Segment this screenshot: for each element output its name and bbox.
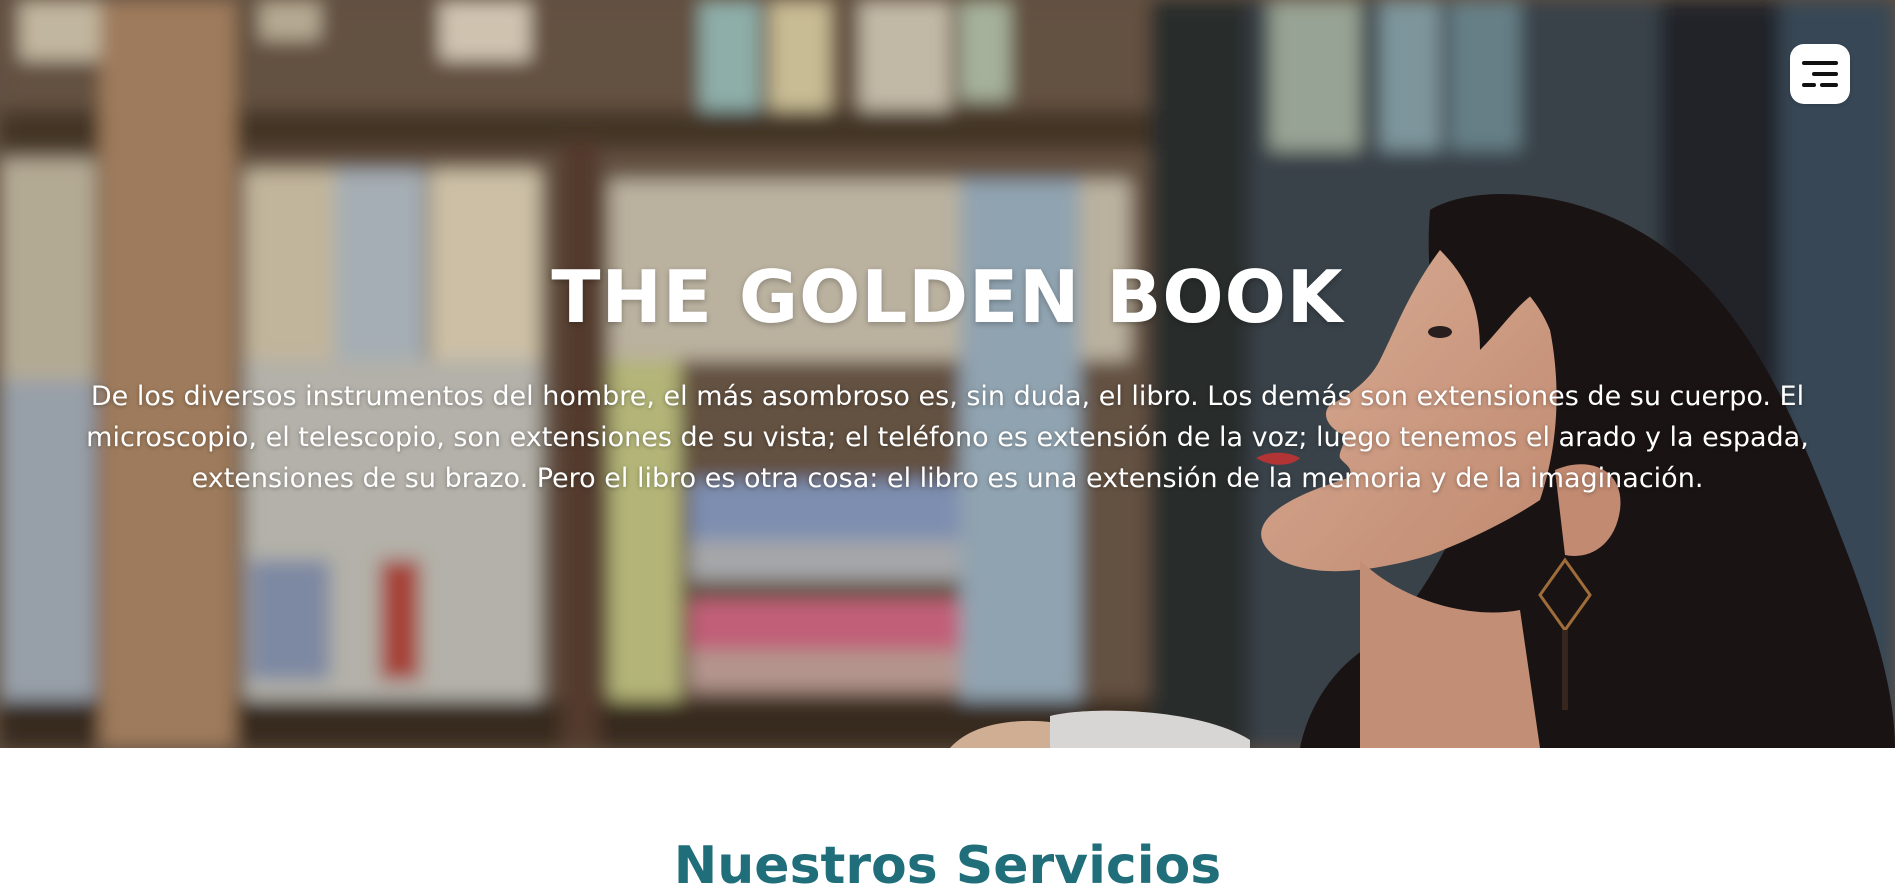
hamburger-menu-icon	[1802, 61, 1838, 87]
hero-description: De los diversos instrumentos del hombre,…	[86, 381, 1809, 494]
hero-title: THE GOLDEN BOOK	[551, 255, 1344, 339]
hero-section: THE GOLDEN BOOK De los diversos instrume…	[0, 0, 1895, 748]
hero-overlay	[0, 0, 1895, 748]
menu-button[interactable]	[1790, 44, 1850, 104]
services-section-heading: Nuestros Servicios	[673, 836, 1222, 896]
